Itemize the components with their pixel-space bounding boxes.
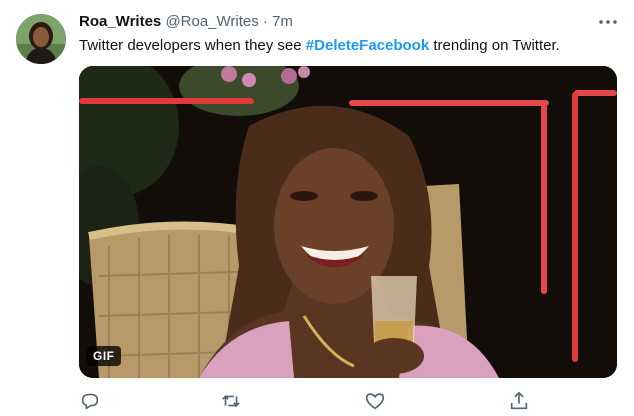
reply-icon	[81, 393, 99, 410]
hashtag-link[interactable]: #DeleteFacebook	[306, 37, 429, 54]
author-name[interactable]: Roa_Writes	[79, 13, 161, 30]
action-bar	[79, 390, 539, 412]
tweet-header: Roa_Writes @Roa_Writes · 7m	[79, 13, 293, 31]
more-options-button[interactable]	[596, 10, 620, 34]
tweet-text: Twitter developers when they see #Delete…	[79, 36, 560, 56]
like-button[interactable]	[364, 390, 386, 412]
gif-badge: GIF	[87, 346, 121, 366]
retweet-button[interactable]	[220, 390, 242, 412]
gif-image	[79, 66, 617, 378]
retweet-icon	[222, 395, 240, 407]
avatar[interactable]	[16, 14, 66, 64]
separator-dot: ·	[262, 13, 268, 30]
share-button[interactable]	[508, 390, 530, 412]
heart-icon	[365, 393, 385, 410]
author-handle[interactable]: @Roa_Writes	[165, 13, 258, 30]
tweet-text-before: Twitter developers when they see	[79, 37, 306, 54]
tweet-text-after: trending on Twitter.	[429, 37, 560, 54]
reply-button[interactable]	[79, 390, 101, 412]
share-icon	[510, 391, 528, 410]
timestamp[interactable]: 7m	[272, 13, 293, 30]
gif-media[interactable]: GIF	[79, 66, 617, 378]
more-horizontal-icon	[599, 20, 617, 24]
